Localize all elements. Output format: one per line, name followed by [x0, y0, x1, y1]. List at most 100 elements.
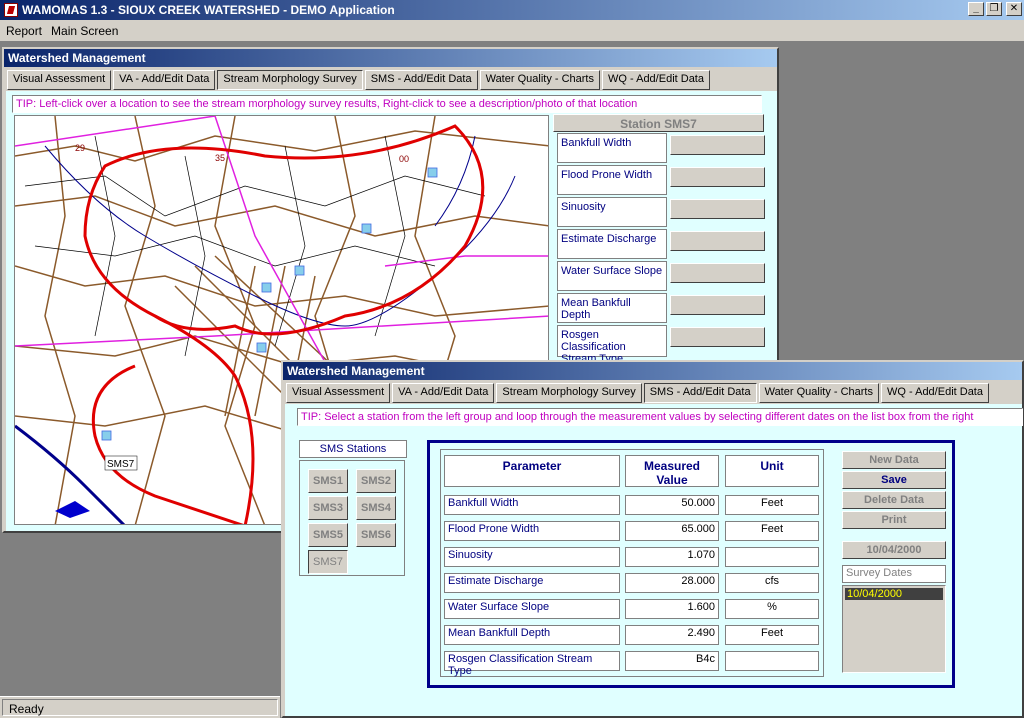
- tab-sms-add-edit[interactable]: SMS - Add/Edit Data: [364, 70, 478, 90]
- unit-cell: cfs: [725, 573, 819, 593]
- status-text: Ready: [2, 699, 278, 716]
- unit-cell: [725, 651, 819, 671]
- param-cell: Rosgen Classification Stream Type: [444, 651, 620, 677]
- menu-bar: Report Main Screen: [0, 20, 1024, 42]
- tab-va-add-edit[interactable]: VA - Add/Edit Data: [113, 70, 216, 90]
- field-value: [670, 135, 765, 155]
- station-header: Station SMS7: [553, 114, 764, 132]
- header-parameter: Parameter: [444, 455, 620, 487]
- field-label: Sinuosity: [557, 197, 667, 227]
- param-cell: Estimate Discharge: [444, 573, 620, 593]
- survey-date-item[interactable]: 10/04/2000: [845, 588, 943, 600]
- app-icon: [4, 3, 18, 17]
- print-button[interactable]: Print: [842, 511, 946, 529]
- tab-label: VA - Add/Edit Data: [398, 386, 489, 398]
- tab-label: Visual Assessment: [292, 386, 385, 398]
- minimize-button[interactable]: _: [968, 2, 984, 16]
- status-bar: Ready: [0, 696, 280, 718]
- tab-label: Stream Morphology Survey: [223, 73, 357, 85]
- value-input[interactable]: B4c: [625, 651, 719, 671]
- tab-label: WQ - Add/Edit Data: [608, 73, 704, 85]
- tab-water-quality-charts[interactable]: Water Quality - Charts: [479, 70, 600, 90]
- tab-label: Water Quality - Charts: [764, 386, 873, 398]
- param-cell: Bankfull Width: [444, 495, 620, 515]
- param-cell: Mean Bankfull Depth: [444, 625, 620, 645]
- tab-wq-add-edit[interactable]: WQ - Add/Edit Data: [881, 383, 989, 403]
- value-input[interactable]: 65.000: [625, 521, 719, 541]
- menu-main-screen[interactable]: Main Screen: [51, 24, 118, 38]
- field-label: Rosgen Classification Stream Type: [557, 325, 667, 365]
- station-button-sms3[interactable]: SMS3: [308, 496, 348, 520]
- survey-dates-label: Survey Dates: [842, 565, 946, 583]
- app-title: WAMOMAS 1.3 - SIOUX CREEK WATERSHED - DE…: [22, 3, 395, 17]
- edit-panel: TIP: Select a station from the left grou…: [285, 404, 1023, 716]
- tab-water-quality-charts[interactable]: Water Quality - Charts: [758, 383, 879, 403]
- survey-dates-list[interactable]: 10/04/2000: [842, 585, 946, 673]
- station-button-sms4[interactable]: SMS4: [356, 496, 396, 520]
- tab-label: SMS - Add/Edit Data: [649, 386, 751, 398]
- value-input[interactable]: 50.000: [625, 495, 719, 515]
- close-button[interactable]: ✕: [1006, 2, 1022, 16]
- unit-cell: %: [725, 599, 819, 619]
- field-value: [670, 263, 765, 283]
- save-button[interactable]: Save: [842, 471, 946, 489]
- tab-label: Water Quality - Charts: [485, 73, 594, 85]
- value-input[interactable]: 2.490: [625, 625, 719, 645]
- tab-visual-assessment[interactable]: Visual Assessment: [286, 383, 391, 403]
- unit-cell: [725, 547, 819, 567]
- tip-text: TIP: Left-click over a location to see t…: [12, 95, 762, 113]
- param-cell: Sinuosity: [444, 547, 620, 567]
- selected-date-button[interactable]: 10/04/2000: [842, 541, 946, 559]
- map-station-label: SMS7: [107, 459, 135, 470]
- unit-cell: Feet: [725, 521, 819, 541]
- field-label: Mean Bankfull Depth: [557, 293, 667, 323]
- field-label: Bankfull Width: [557, 133, 667, 163]
- tab-label: WQ - Add/Edit Data: [887, 386, 983, 398]
- value-input[interactable]: 28.000: [625, 573, 719, 593]
- unit-cell: Feet: [725, 495, 819, 515]
- measurements-frame: Parameter Measured Value Unit Bankfull W…: [427, 440, 955, 688]
- tip-text: TIP: Select a station from the left grou…: [297, 408, 1023, 426]
- tab-wq-add-edit[interactable]: WQ - Add/Edit Data: [602, 70, 710, 90]
- tab-label: Visual Assessment: [13, 73, 106, 85]
- tab-label: VA - Add/Edit Data: [119, 73, 210, 85]
- value-input[interactable]: 1.600: [625, 599, 719, 619]
- map-text: 29: [75, 143, 85, 153]
- tab-label: Stream Morphology Survey: [502, 386, 636, 398]
- menu-report[interactable]: Report: [6, 24, 42, 38]
- field-label: Water Surface Slope: [557, 261, 667, 291]
- tab-va-add-edit[interactable]: VA - Add/Edit Data: [392, 383, 495, 403]
- watershed-window-sms-edit: Watershed Management Visual Assessment V…: [281, 360, 1024, 718]
- field-label: Flood Prone Width: [557, 165, 667, 195]
- tab-stream-morphology[interactable]: Stream Morphology Survey: [217, 70, 363, 90]
- sms-stations-group: SMS1 SMS2 SMS3 SMS4 SMS5 SMS6 SMS7: [299, 460, 405, 576]
- tab-label: SMS - Add/Edit Data: [370, 73, 472, 85]
- map-text: 35: [215, 153, 225, 163]
- field-label: Estimate Discharge: [557, 229, 667, 259]
- sms-stations-label: SMS Stations: [299, 440, 407, 458]
- station-button-sms7[interactable]: SMS7: [308, 550, 348, 574]
- station-button-sms2[interactable]: SMS2: [356, 469, 396, 493]
- param-cell: Flood Prone Width: [444, 521, 620, 541]
- new-data-button[interactable]: New Data: [842, 451, 946, 469]
- station-button-sms6[interactable]: SMS6: [356, 523, 396, 547]
- window-title: Watershed Management: [4, 49, 777, 67]
- delete-data-button[interactable]: Delete Data: [842, 491, 946, 509]
- value-input[interactable]: 1.070: [625, 547, 719, 567]
- tab-stream-morphology[interactable]: Stream Morphology Survey: [496, 383, 642, 403]
- tab-visual-assessment[interactable]: Visual Assessment: [7, 70, 112, 90]
- unit-cell: Feet: [725, 625, 819, 645]
- field-value: [670, 295, 765, 315]
- tab-sms-add-edit[interactable]: SMS - Add/Edit Data: [643, 383, 757, 403]
- station-button-sms5[interactable]: SMS5: [308, 523, 348, 547]
- map-text: 00: [399, 154, 409, 164]
- app-title-bar: WAMOMAS 1.3 - SIOUX CREEK WATERSHED - DE…: [0, 0, 1024, 20]
- station-button-sms1[interactable]: SMS1: [308, 469, 348, 493]
- field-value: [670, 167, 765, 187]
- param-cell: Water Surface Slope: [444, 599, 620, 619]
- field-value: [670, 199, 765, 219]
- window-title: Watershed Management: [283, 362, 1022, 380]
- restore-button[interactable]: ❐: [986, 2, 1002, 16]
- header-unit: Unit: [725, 455, 819, 487]
- header-measured-value: Measured Value: [625, 455, 719, 487]
